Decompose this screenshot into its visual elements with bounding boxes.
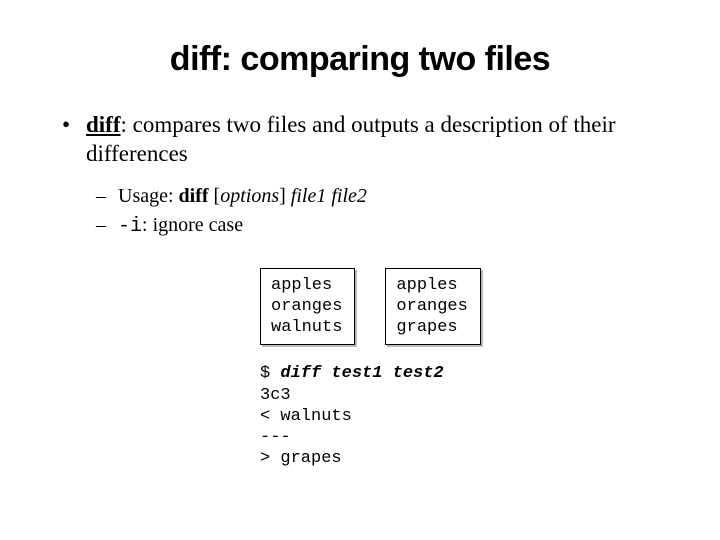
bullet-dash-icon: – (96, 212, 118, 239)
usage-open: [ (209, 185, 221, 207)
terminal-result: 3c3 < walnuts --- > grapes (260, 386, 352, 469)
slide: diff: comparing two files • diff: compar… (0, 0, 720, 540)
bullet-text: diff: compares two files and outputs a d… (86, 111, 660, 169)
terminal-output: $ diff test1 test2 3c3 < walnuts --- > g… (260, 363, 660, 469)
bullet-dash-icon: – (96, 183, 118, 210)
usage-file1: file1 (291, 185, 327, 207)
bullet-level1: • diff: compares two files and outputs a… (60, 111, 660, 169)
usage-cmd: diff (179, 185, 209, 207)
flag-rest: : ignore case (142, 214, 243, 236)
terminal-command: diff test1 test2 (280, 364, 443, 383)
cmd-name: diff (86, 112, 121, 137)
bullet-level2-flag: – -i: ignore case (96, 212, 660, 240)
file-box-1: apples oranges walnuts (260, 268, 355, 346)
bullet-rest: : compares two files and outputs a descr… (86, 112, 616, 166)
bullet-level2-usage: – Usage: diff [options] file1 file2 (96, 183, 660, 210)
flag-code: -i (118, 215, 142, 238)
flag-text: -i: ignore case (118, 212, 243, 240)
usage-options: options (220, 185, 279, 207)
usage-mid: ] (279, 185, 291, 207)
file-boxes-row: apples oranges walnuts apples oranges gr… (260, 268, 660, 346)
prompt: $ (260, 364, 280, 383)
usage-file2: file2 (331, 185, 367, 207)
file-box-2: apples oranges grapes (385, 268, 480, 346)
usage-text: Usage: diff [options] file1 file2 (118, 183, 367, 210)
usage-label: Usage: (118, 185, 179, 207)
slide-title: diff: comparing two files (60, 40, 660, 79)
bullet-dot-icon: • (60, 111, 86, 140)
